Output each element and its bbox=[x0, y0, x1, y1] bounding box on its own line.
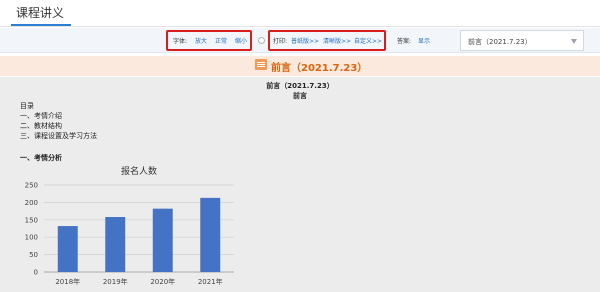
print-custom-link[interactable]: 自定义>> bbox=[354, 36, 382, 45]
answer-label: 答案: bbox=[397, 38, 412, 45]
doc-subheading: 前言 bbox=[293, 92, 307, 100]
y-tick-label-0: 0 bbox=[34, 269, 38, 277]
x-tick-label-0: 2018年 bbox=[55, 277, 80, 286]
y-tick-label-1: 50 bbox=[29, 251, 38, 259]
x-tick-label-2: 2020年 bbox=[150, 277, 175, 286]
font-enlarge-link[interactable]: 放大 bbox=[195, 36, 207, 45]
radio-circle-icon[interactable] bbox=[258, 37, 265, 44]
bar-3 bbox=[200, 197, 221, 272]
bar-2 bbox=[152, 208, 173, 272]
print-label: 打印: bbox=[273, 38, 288, 45]
print-clear-link[interactable]: 清晰版>> bbox=[323, 36, 351, 45]
print-plain-link[interactable]: 普纸版>> bbox=[291, 36, 319, 45]
document-content: 前言（2021.7.23） 前言 目录 一、考情介绍 二、教材结构 三、课程设置… bbox=[0, 77, 600, 292]
toc-item-1: 一、考情介绍 bbox=[20, 112, 62, 120]
x-tick-label-1: 2019年 bbox=[103, 277, 128, 286]
answer-show-link[interactable]: 显示 bbox=[418, 36, 430, 45]
font-normal-link[interactable]: 正常 bbox=[215, 36, 227, 45]
font-shrink-link[interactable]: 缩小 bbox=[235, 36, 247, 45]
toc-title: 目录 bbox=[20, 102, 34, 110]
chart-title: 报名人数 bbox=[121, 165, 157, 177]
lecture-select[interactable]: 前言（2021.7.23） bbox=[460, 30, 584, 51]
y-tick-label-4: 200 bbox=[25, 199, 38, 207]
bar-1 bbox=[105, 217, 126, 272]
chevron-down-icon bbox=[571, 39, 577, 44]
document-icon bbox=[255, 59, 267, 70]
x-tick-label-3: 2021年 bbox=[198, 277, 223, 286]
bar-0 bbox=[57, 226, 78, 272]
y-tick-label-2: 100 bbox=[25, 234, 38, 242]
font-label: 字体: bbox=[173, 38, 188, 45]
section-title: 前言（2021.7.23） bbox=[271, 63, 368, 74]
y-tick-label-3: 150 bbox=[25, 216, 38, 224]
tab-bar: 课程讲义 bbox=[0, 0, 600, 27]
toc-item-2: 二、教材结构 bbox=[20, 122, 62, 130]
toc-item-3: 三、课程设置及学习方法 bbox=[20, 132, 97, 140]
toolbar: 字体: 放大 正常 缩小 打印: 普纸版>> 清晰版>> 自定义>> 答案: 显… bbox=[0, 28, 600, 53]
doc-heading: 前言（2021.7.23） bbox=[266, 82, 334, 90]
lecture-select-value: 前言（2021.7.23） bbox=[468, 38, 532, 46]
tab-active-indicator bbox=[11, 24, 71, 26]
y-tick-label-5: 250 bbox=[25, 182, 38, 190]
tab-course-handout[interactable]: 课程讲义 bbox=[13, 4, 67, 21]
section-header: 前言（2021.7.23） bbox=[0, 56, 600, 76]
registration-bar-chart: 报名人数 0 50 100 150 200 250 2018年 2019年 2020年 2021年 bbox=[25, 165, 234, 286]
